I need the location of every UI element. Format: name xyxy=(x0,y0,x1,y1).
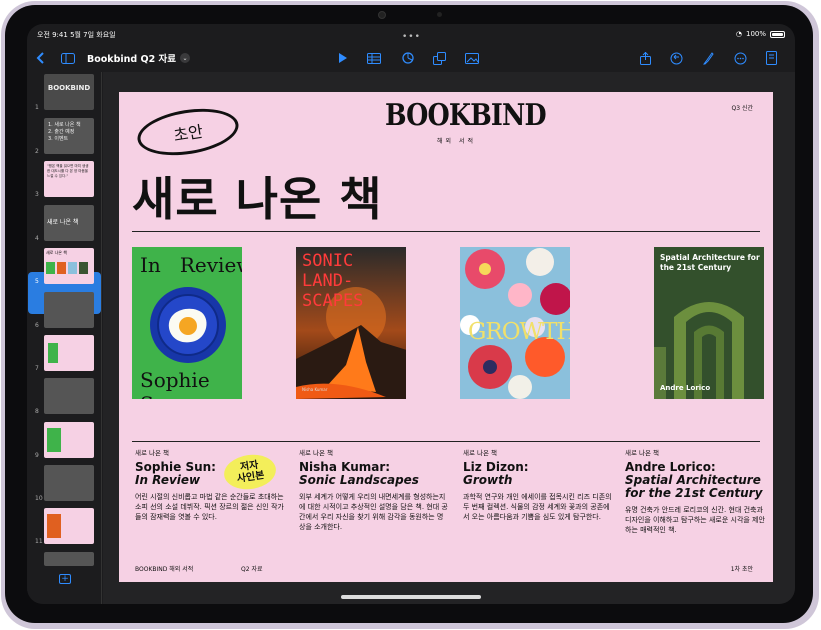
home-indicator[interactable] xyxy=(341,595,481,599)
caption-label: 새로 나온 책 xyxy=(299,449,334,457)
slide-navigator: BOOKBIND 1 1. 새로 나온 책 2. 출간 예정 3. 이벤트 2 … xyxy=(27,72,102,604)
document-title[interactable]: Bookbind Q2 자료 ⌄ xyxy=(87,51,191,65)
book-cover-spatial-architecture: Spatial Architecture for the 21st Centur… xyxy=(654,247,764,399)
footer-right: 1차 초안 xyxy=(730,566,753,573)
share-icon[interactable] xyxy=(637,46,653,70)
caption-liz-dizon: 새로 나온 책 Liz Dizon: Growth 과학적 연구와 개인 에세이… xyxy=(463,447,613,522)
caption-desc: 유명 건축가 안드레 로리코의 신간. 현대 건축과 디자인을 이해하고 탐구하… xyxy=(625,506,765,534)
front-camera xyxy=(378,11,386,19)
caption-nisha-kumar: 새로 나온 책 Nisha Kumar: Sonic Landscapes 외부… xyxy=(299,447,449,532)
book-cover-in-review: In Review Sophie Sun xyxy=(132,247,242,399)
slide-number: 9 xyxy=(35,452,39,459)
status-right: ◔ 100% xyxy=(736,30,785,38)
slide-number: 2 xyxy=(35,148,39,155)
slide-thumb-1[interactable]: BOOKBIND xyxy=(44,74,94,110)
caption-label: 새로 나온 책 xyxy=(463,449,498,457)
shapes-icon[interactable] xyxy=(430,46,448,70)
plate-egg-icon xyxy=(150,287,226,363)
slide-thumb-9[interactable] xyxy=(44,422,94,458)
sensor xyxy=(437,12,442,17)
table-icon[interactable] xyxy=(365,46,383,70)
undo-icon[interactable] xyxy=(668,46,684,70)
slide-canvas: 초안 BOOKBIND 해외 서적 Q3 신간 새로 나온 책 In Revie… xyxy=(103,72,795,604)
battery-icon xyxy=(770,30,785,38)
document-setup-icon[interactable] xyxy=(763,46,779,70)
slide[interactable]: 초안 BOOKBIND 해외 서적 Q3 신간 새로 나온 책 In Revie… xyxy=(119,92,773,582)
document-title-text: Bookbind Q2 자료 xyxy=(87,54,177,65)
book-cover-growth: GROWTH xyxy=(460,247,570,399)
caption-title: Spatial Architecture for the 21st Centur… xyxy=(625,473,763,500)
status-time: 오전 9:41 5월 7일 화요일 xyxy=(37,31,116,39)
more-icon[interactable] xyxy=(732,46,748,70)
headline: 새로 나온 책 xyxy=(132,172,383,226)
media-icon[interactable] xyxy=(463,46,481,70)
cover-author: Andre Lorico xyxy=(660,384,711,392)
divider xyxy=(132,231,760,232)
slide-thumb-12[interactable] xyxy=(44,552,94,566)
divider xyxy=(132,441,760,442)
caption-title: Growth xyxy=(463,473,513,487)
slide-thumb-4[interactable]: 새로 나온 책 xyxy=(44,205,94,241)
slide-number: 8 xyxy=(35,408,39,415)
slide-thumb-2[interactable]: 1. 새로 나온 책 2. 출간 예정 3. 이벤트 xyxy=(44,118,94,154)
book-cover-sonic-landscapes: SONIC LAND- SCAPES Nisha Kumar xyxy=(296,247,406,399)
footer-left: BOOKBIND 해외 서적 xyxy=(135,566,194,573)
caption-andre-lorico: 새로 나온 책 Andre Lorico: Spatial Architectu… xyxy=(625,447,765,535)
slide-thumb-8[interactable] xyxy=(44,378,94,414)
cover-title: SONIC LAND- SCAPES xyxy=(302,251,364,311)
slide-number: 6 xyxy=(35,322,39,329)
wifi-icon: ◔ xyxy=(735,30,742,38)
draft-stamp: 초안 xyxy=(134,102,242,162)
slide-thumb-5-covers xyxy=(46,262,92,274)
cover-title: GROWTH xyxy=(468,319,570,345)
slide-number: 3 xyxy=(35,191,39,198)
cover-author: Sophie Sun xyxy=(140,368,210,399)
slide-thumb-6[interactable] xyxy=(44,292,94,328)
slide-thumb-7[interactable] xyxy=(44,335,94,371)
back-icon[interactable] xyxy=(33,46,47,70)
slide-number: 5 xyxy=(35,278,39,285)
slide-number: 11 xyxy=(35,538,43,545)
cover-title: In Review xyxy=(140,253,242,277)
slide-thumb-5[interactable]: 새로 나온 책 xyxy=(44,248,94,284)
chevron-down-icon[interactable]: ⌄ xyxy=(180,53,191,63)
slide-thumb-3[interactable]: "평온 책을 읽으면 마치 생생한 대도시를 다 본 양 마음을 느낄 수 있다… xyxy=(44,161,94,197)
slide-number: 1 xyxy=(35,104,39,111)
multitask-dots-icon[interactable]: ••• xyxy=(402,32,421,42)
footer-center: Q2 자료 xyxy=(241,566,263,573)
slide-number: 4 xyxy=(35,235,39,242)
add-slide-button[interactable]: + xyxy=(59,574,71,584)
slide-number: 10 xyxy=(35,495,43,502)
caption-title: Sonic Landscapes xyxy=(299,473,419,487)
slide-thumb-10[interactable] xyxy=(44,465,94,501)
status-bar: 오전 9:41 5월 7일 화요일 ••• ◔ 100% xyxy=(27,24,795,42)
battery-percent: 100% xyxy=(745,30,766,38)
caption-desc: 어린 시절의 신비롭고 마법 같은 순간들로 초대하는 소피 선의 소설 데뷔작… xyxy=(135,493,284,521)
cover-author: Nisha Kumar xyxy=(302,387,328,392)
sidebar-toggle-icon[interactable] xyxy=(60,46,76,70)
slide-thumb-11[interactable] xyxy=(44,508,94,544)
toolbar: Bookbind Q2 자료 ⌄ xyxy=(27,46,795,72)
caption-desc: 외부 세계가 어떻게 우리의 내면세계를 형성하는지에 대한 시적이고 추상적인… xyxy=(299,493,448,531)
format-brush-icon[interactable] xyxy=(700,46,716,70)
play-icon[interactable] xyxy=(335,46,351,70)
caption-label: 새로 나온 책 xyxy=(625,449,660,457)
logo-subtitle: 해외 서적 xyxy=(437,138,476,145)
screen: 오전 9:41 5월 7일 화요일 ••• ◔ 100% Bookbind Q2… xyxy=(27,24,795,604)
bookbind-logo: BOOKBIND xyxy=(385,98,547,133)
chart-icon[interactable] xyxy=(399,46,417,70)
cover-title: Spatial Architecture for the 21st Centur… xyxy=(660,253,760,272)
caption-desc: 과학적 연구와 개인 에세이를 접목시킨 리즈 디존의 두 번째 컬렉션. 식물… xyxy=(463,493,612,521)
quarter-label: Q3 신간 xyxy=(731,105,754,112)
slide-number: 7 xyxy=(35,365,39,372)
